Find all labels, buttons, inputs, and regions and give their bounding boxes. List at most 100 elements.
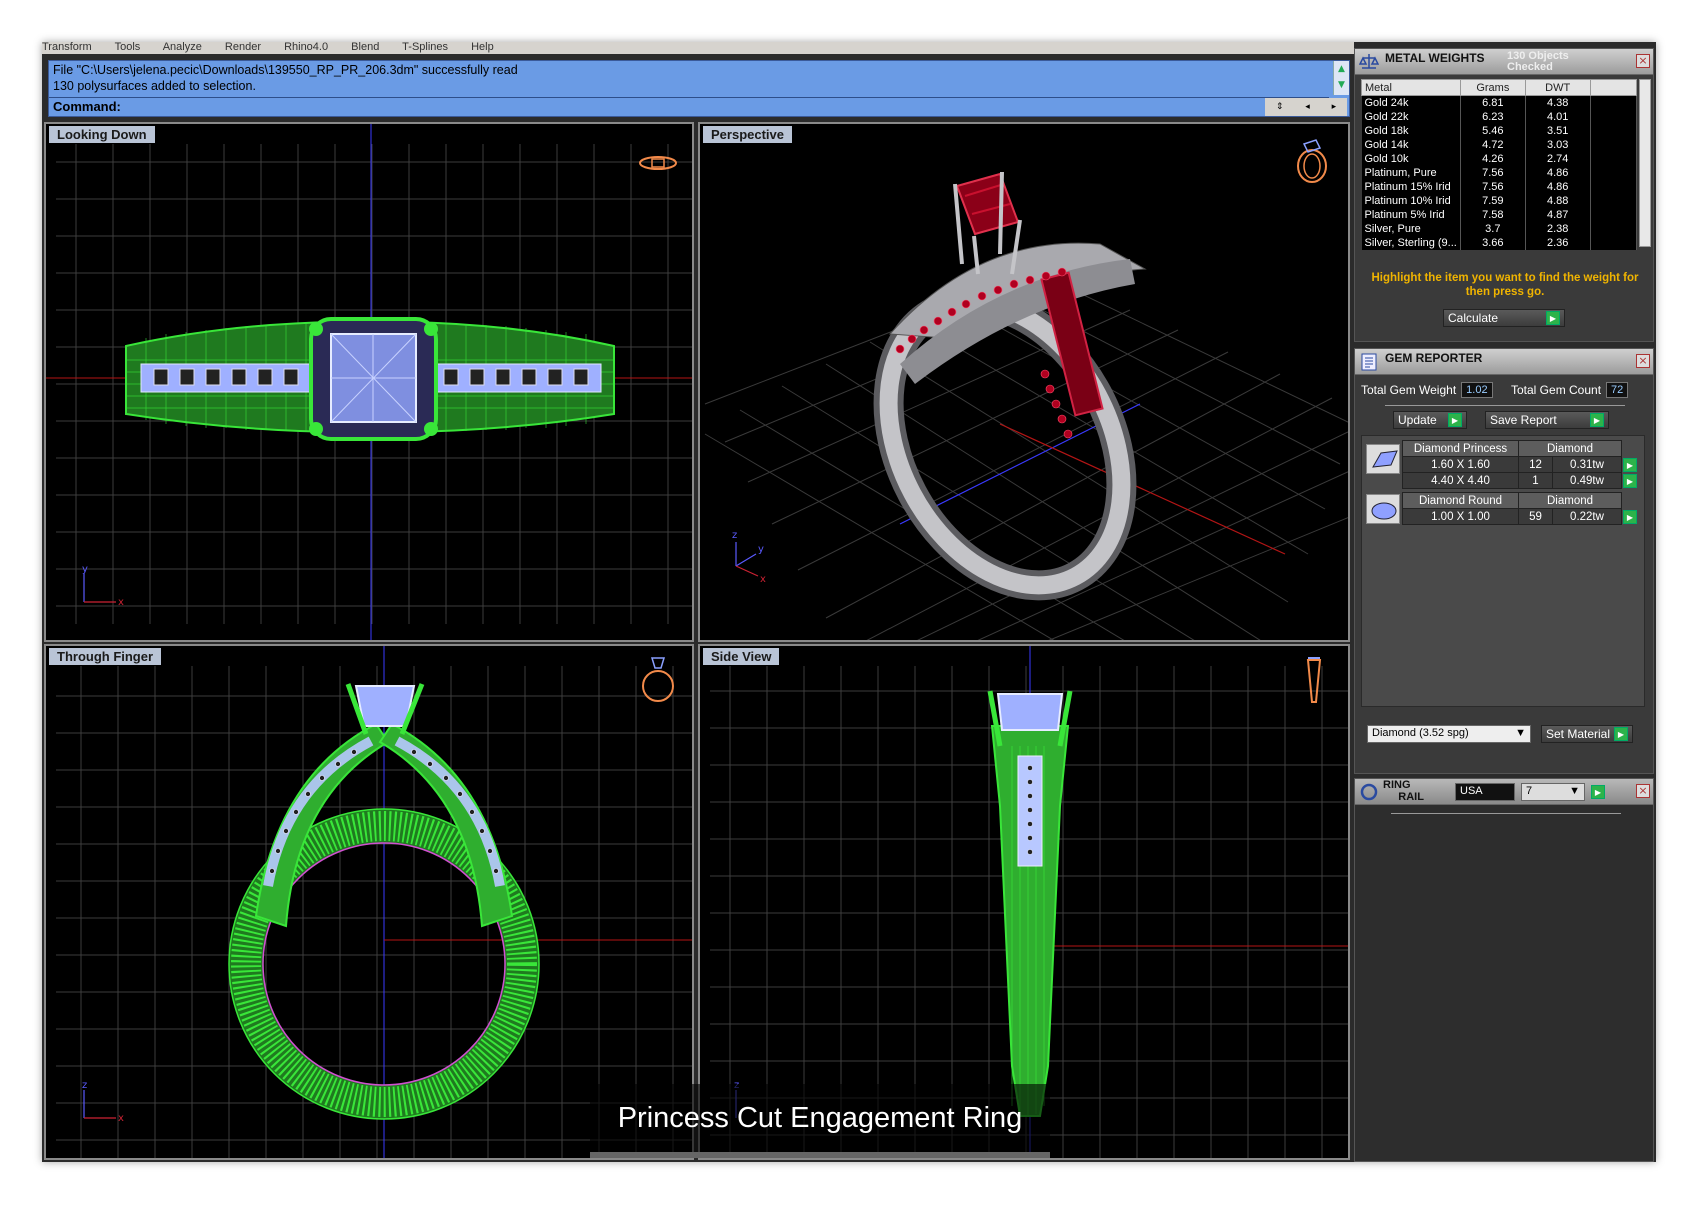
metal-table-scrollbar[interactable] xyxy=(1639,79,1651,247)
country-select[interactable]: USA xyxy=(1455,783,1515,801)
history-scrollbar[interactable]: ▲ ▼ xyxy=(1333,61,1349,95)
table-row[interactable]: 1.00 X 1.00 59 0.22tw xyxy=(1402,508,1622,525)
arrow-left-icon[interactable]: ◂ xyxy=(1305,102,1310,112)
gem-group[interactable]: Diamond Princess Diamond 1.60 X 1.60 12 0.3… xyxy=(1364,440,1644,490)
menu-blend[interactable]: Blend xyxy=(351,42,379,53)
menu-bar: Transform Tools Analyze Render Rhino4.0 … xyxy=(42,42,1354,54)
column-header[interactable]: DWT xyxy=(1524,79,1591,96)
table-row[interactable]: 1.60 X 1.60 12 0.31tw xyxy=(1402,456,1622,473)
total-gem-weight-label: Total Gem Weight xyxy=(1361,383,1457,397)
go-arrow-icon[interactable]: ▶ xyxy=(1623,458,1637,472)
ring-rail-title-line: RING xyxy=(1383,779,1411,791)
metal-cell: Platinum, Pure xyxy=(1361,165,1461,180)
go-arrow-icon[interactable]: ▶ xyxy=(1623,510,1637,524)
set-material-button[interactable]: Set Material ▶ xyxy=(1541,725,1633,743)
gem-shape: Diamond Round xyxy=(1402,492,1519,509)
gem-material: Diamond xyxy=(1518,440,1622,457)
table-row[interactable]: Gold 24k 6.81 4.38 xyxy=(1361,95,1638,110)
table-row[interactable]: Gold 22k 6.23 4.01 xyxy=(1361,109,1638,124)
column-header[interactable]: Metal xyxy=(1361,79,1461,96)
go-arrow-icon[interactable]: ▶ xyxy=(1448,413,1462,427)
column-header[interactable]: Grams xyxy=(1459,79,1526,96)
dwt-cell: 2.74 xyxy=(1525,151,1591,166)
ring-side-wireframe xyxy=(987,690,1073,1117)
table-row[interactable]: Platinum 15% Irid 7.56 4.86 xyxy=(1361,179,1638,194)
viewport-label[interactable]: Through Finger xyxy=(49,648,162,665)
viewport-perspective[interactable]: z y x Perspective xyxy=(698,122,1350,642)
gem-table: Diamond Round Diamond 1.00 X 1.00 59 0.22tw xyxy=(1402,492,1622,525)
menu-render[interactable]: Render xyxy=(225,42,261,53)
table-row[interactable]: Gold 14k 4.72 3.03 xyxy=(1361,137,1638,152)
table-row[interactable]: Platinum 10% Irid 7.59 4.88 xyxy=(1361,193,1638,208)
chevron-down-icon[interactable]: ▼ xyxy=(1515,727,1526,741)
table-row[interactable]: Gold 10k 4.26 2.74 xyxy=(1361,151,1638,166)
table-row[interactable]: Platinum 5% Irid 7.58 4.87 xyxy=(1361,207,1638,222)
go-arrow-icon[interactable]: ▶ xyxy=(1591,785,1605,799)
ring-view-side-icon[interactable] xyxy=(1302,654,1326,706)
panel-titlebar: METAL WEIGHTS 130 Objects Checked × xyxy=(1355,49,1653,75)
close-icon[interactable]: × xyxy=(1636,784,1650,798)
metal-cell: Gold 18k xyxy=(1361,123,1461,138)
material-select[interactable]: Diamond (3.52 spg) ▼ xyxy=(1367,725,1531,743)
chevron-down-icon[interactable]: ▼ xyxy=(1569,785,1580,797)
menu-tools[interactable]: Tools xyxy=(115,42,141,53)
axis-triad xyxy=(83,574,116,603)
ring-view-top-icon[interactable] xyxy=(636,152,680,174)
splitter-slider[interactable] xyxy=(1385,405,1625,406)
command-prompt[interactable]: Command: xyxy=(53,99,121,114)
dwt-cell: 3.51 xyxy=(1525,123,1591,138)
gem-size: 4.40 X 4.40 xyxy=(1402,472,1519,489)
go-arrow-icon[interactable]: ▶ xyxy=(1590,413,1604,427)
table-row[interactable]: Gold 18k 5.46 3.51 xyxy=(1361,123,1638,138)
menu-analyze[interactable]: Analyze xyxy=(163,42,202,53)
scroll-down-icon[interactable]: ▼ xyxy=(1334,77,1349,93)
total-gem-count-label: Total Gem Count xyxy=(1511,383,1602,397)
ring-rail-panel: RING RAIL USA 7 ▼ ▶ × xyxy=(1354,778,1654,1162)
update-button[interactable]: Update ▶ xyxy=(1393,411,1467,429)
metal-cell: Platinum 5% Irid xyxy=(1361,207,1461,222)
menu-help[interactable]: Help xyxy=(471,42,494,53)
ring-view-front-icon[interactable] xyxy=(638,654,678,706)
dwt-cell: 4.86 xyxy=(1525,165,1591,180)
gem-group[interactable]: Diamond Round Diamond 1.00 X 1.00 59 0.22tw… xyxy=(1364,492,1644,528)
menu-rhino4[interactable]: Rhino4.0 xyxy=(284,42,328,53)
viewport-label[interactable]: Looking Down xyxy=(49,126,155,143)
ring-view-perspective-icon[interactable] xyxy=(1290,138,1330,184)
gem-weight: 0.31tw xyxy=(1552,456,1622,473)
table-row[interactable]: Silver, Pure 3.7 2.38 xyxy=(1361,221,1638,236)
calculate-button[interactable]: Calculate ▶ xyxy=(1443,309,1565,327)
viewport-label[interactable]: Perspective xyxy=(703,126,792,143)
spinner-icon[interactable]: ⇕ xyxy=(1276,102,1284,112)
go-arrow-icon[interactable]: ▶ xyxy=(1546,311,1560,325)
go-arrow-icon[interactable]: ▶ xyxy=(1614,727,1628,741)
viewport-label[interactable]: Side View xyxy=(703,648,780,665)
dwt-cell: 4.86 xyxy=(1525,179,1591,194)
table-row[interactable]: Silver, Sterling (9... 3.66 2.36 xyxy=(1361,235,1638,250)
go-arrow-icon[interactable]: ▶ xyxy=(1623,474,1637,488)
viewport-side[interactable]: z Side View xyxy=(698,644,1350,1160)
scale-icon xyxy=(1359,54,1379,69)
menu-tsplines[interactable]: T-Splines xyxy=(402,42,448,53)
menu-transform[interactable]: Transform xyxy=(42,42,92,53)
gem-material: Diamond xyxy=(1518,492,1622,509)
close-icon[interactable]: × xyxy=(1636,354,1650,368)
gem-count: 1 xyxy=(1518,472,1553,489)
save-report-button[interactable]: Save Report ▶ xyxy=(1485,411,1609,429)
viewport-front[interactable]: z x Through Finger xyxy=(44,644,694,1160)
scroll-up-icon[interactable]: ▲ xyxy=(1334,61,1349,77)
total-gem-weight: Total Gem Weight 1.02 xyxy=(1361,381,1493,399)
viewport-top[interactable]: y x Looking Down xyxy=(44,122,694,642)
panel-title: METAL WEIGHTS xyxy=(1385,51,1485,65)
splitter-slider[interactable] xyxy=(1391,813,1621,814)
gem-list: Diamond Princess Diamond 1.60 X 1.60 12 0.3… xyxy=(1361,435,1645,707)
dwt-cell: 3.03 xyxy=(1525,137,1591,152)
close-icon[interactable]: × xyxy=(1636,54,1650,68)
size-select[interactable]: 7 ▼ xyxy=(1521,783,1585,801)
arrow-right-icon[interactable]: ▸ xyxy=(1332,102,1337,112)
grams-cell: 6.23 xyxy=(1460,109,1526,124)
command-scroll-controls[interactable]: ⇕ ◂ ▸ xyxy=(1265,98,1347,116)
empty-cell xyxy=(1590,137,1638,152)
table-row[interactable]: Platinum, Pure 7.56 4.86 xyxy=(1361,165,1638,180)
table-row[interactable]: 4.40 X 4.40 1 0.49tw xyxy=(1402,472,1622,489)
size-select-value: 7 xyxy=(1526,785,1533,797)
